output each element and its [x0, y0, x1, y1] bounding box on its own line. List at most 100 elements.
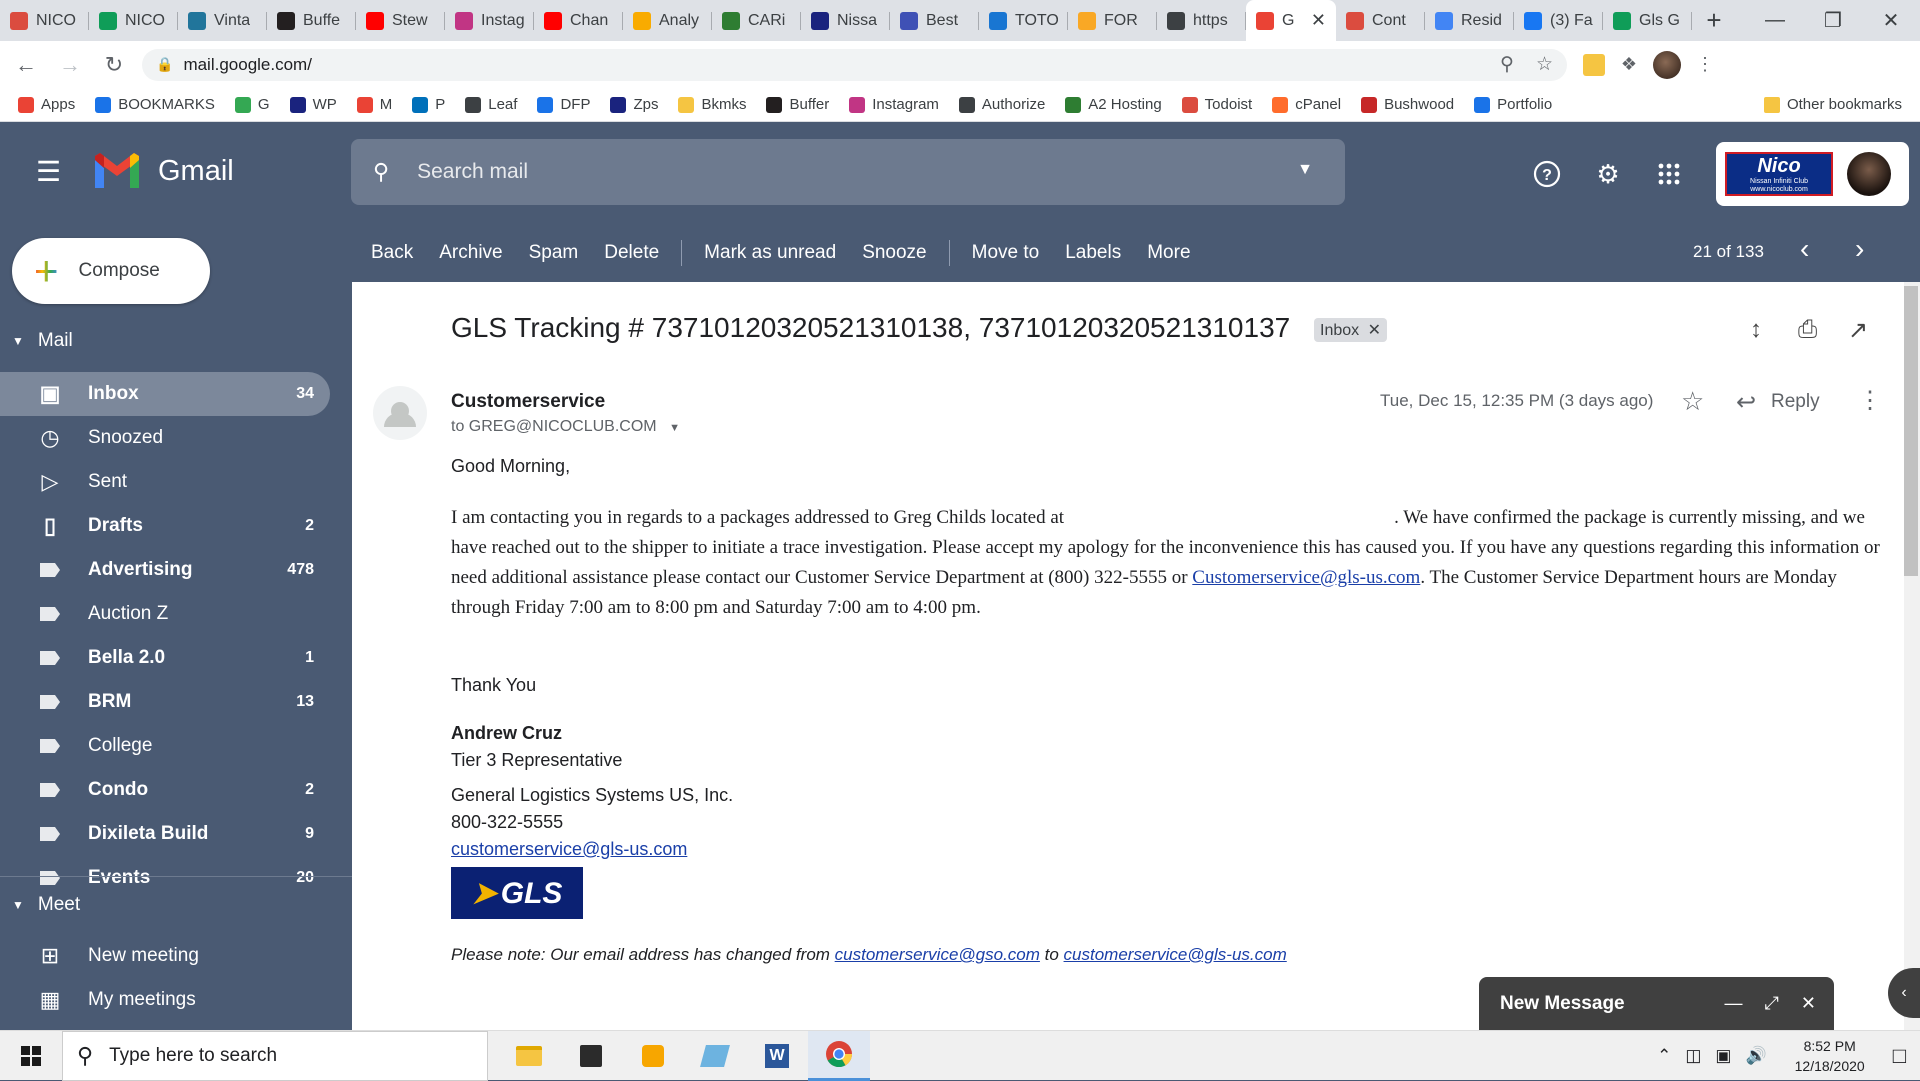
close-tab-icon[interactable]: ✕	[1311, 10, 1326, 31]
browser-tab[interactable]: Instag	[445, 0, 534, 41]
previous-message-icon[interactable]: ‹	[1800, 234, 1809, 264]
search-input[interactable]	[417, 160, 1238, 184]
new-email-link[interactable]: customerservice@gls-us.com	[1064, 945, 1287, 964]
search-bar[interactable]: ⚲ ▼	[351, 139, 1345, 205]
maximize-icon[interactable]: ❐	[1804, 0, 1862, 41]
reply-button[interactable]: Reply	[1771, 391, 1820, 413]
bookmark-item[interactable]: DFP	[537, 96, 590, 113]
help-icon[interactable]: ?	[1532, 159, 1562, 189]
move-to-button[interactable]: Move to	[972, 242, 1040, 264]
mail-section-header[interactable]: ▼ Mail	[12, 330, 73, 352]
sidebar-item-brm[interactable]: BRM 13	[0, 680, 330, 724]
bookmark-item[interactable]: Bkmks	[678, 96, 746, 113]
sidebar-item-snoozed[interactable]: ◷ Snoozed	[0, 416, 330, 460]
browser-tab[interactable]: Cont	[1336, 0, 1425, 41]
minimize-icon[interactable]: —	[1725, 993, 1743, 1014]
taskbar-clock[interactable]: 8:52 PM 12/18/2020	[1795, 1036, 1865, 1076]
archive-button[interactable]: Archive	[439, 242, 502, 264]
collapse-all-icon[interactable]: ↕	[1750, 316, 1762, 344]
browser-tab[interactable]: Chan	[534, 0, 623, 41]
taskbar-search[interactable]: ⚲ Type here to search	[62, 1030, 488, 1081]
sender-name[interactable]: Customerservice	[451, 391, 605, 413]
browser-tab[interactable]: Nissa	[801, 0, 890, 41]
compose-button[interactable]: + Compose	[12, 238, 210, 304]
back-arrow-icon[interactable]: ←	[8, 47, 44, 83]
other-bookmarks[interactable]: Other bookmarks	[1763, 96, 1902, 113]
browser-tab[interactable]: CARi	[712, 0, 801, 41]
sidebar-item-bella-2-0[interactable]: Bella 2.0 1	[0, 636, 330, 680]
bookmark-item[interactable]: Buffer	[766, 96, 829, 113]
browser-tab[interactable]: Analy	[623, 0, 712, 41]
bookmark-item[interactable]: BOOKMARKS	[95, 96, 215, 113]
search-options-icon[interactable]: ▼	[1297, 161, 1313, 179]
bookmark-item[interactable]: Bushwood	[1361, 96, 1454, 113]
labels-button[interactable]: Labels	[1065, 242, 1121, 264]
address-bar[interactable]: 🔒 mail.google.com/ ⚲ ☆	[142, 48, 1567, 81]
bookmark-item[interactable]: Zps	[610, 96, 658, 113]
star-icon[interactable]: ☆	[1681, 386, 1704, 417]
bookmark-item[interactable]: Apps	[18, 96, 75, 113]
reply-icon[interactable]: ↩	[1736, 388, 1756, 417]
file-explorer-icon[interactable]	[498, 1031, 560, 1081]
apps-grid-icon[interactable]	[1654, 159, 1684, 189]
profile-avatar[interactable]	[1653, 50, 1681, 79]
remove-label-icon[interactable]: ✕	[1368, 322, 1381, 339]
close-icon[interactable]: ✕	[1801, 993, 1816, 1014]
network-icon[interactable]: ▣	[1715, 1046, 1731, 1066]
browser-tab[interactable]: G ✕	[1246, 0, 1336, 41]
snooze-button[interactable]: Snooze	[862, 242, 926, 264]
browser-tab[interactable]: Best	[890, 0, 979, 41]
extension-icon[interactable]	[1583, 53, 1605, 76]
account-switcher[interactable]: Nico Nissan Infiniti Club www.nicoclub.c…	[1716, 142, 1909, 206]
browser-tab[interactable]: NICO	[89, 0, 178, 41]
close-window-icon[interactable]: ✕	[1862, 0, 1920, 41]
volume-icon[interactable]: 🔊	[1745, 1046, 1766, 1066]
customerservice-email-link[interactable]: Customerservice@gls-us.com	[1192, 567, 1420, 588]
snipping-tool-icon[interactable]	[684, 1031, 746, 1081]
browser-tab[interactable]: Stew	[356, 0, 445, 41]
signature-email-link[interactable]: customerservice@gls-us.com	[451, 839, 687, 859]
sidebar-item-sent[interactable]: ▷ Sent	[0, 460, 330, 504]
bookmark-item[interactable]: G	[234, 96, 270, 113]
old-email-link[interactable]: customerservice@gso.com	[835, 945, 1040, 964]
show-details-icon[interactable]: ▼	[669, 422, 680, 434]
open-new-window-icon[interactable]: ↗	[1848, 316, 1868, 345]
browser-tab[interactable]: Vinta	[178, 0, 267, 41]
bookmark-item[interactable]: Instagram	[849, 96, 939, 113]
sidebar-item-inbox[interactable]: ▣ Inbox 34	[0, 372, 330, 416]
bookmark-item[interactable]: P	[412, 96, 445, 113]
gmail-logo[interactable]: Gmail	[92, 152, 234, 190]
delete-button[interactable]: Delete	[604, 242, 659, 264]
bookmark-item[interactable]: Portfolio	[1474, 96, 1552, 113]
notification-icon[interactable]: □	[1893, 1043, 1906, 1069]
browser-tab[interactable]: https	[1157, 0, 1246, 41]
new-message-window[interactable]: New Message — ⤢ ✕	[1479, 977, 1834, 1030]
zoom-icon[interactable]: ⚲	[1500, 53, 1514, 76]
device-icon[interactable]: ◫	[1685, 1046, 1701, 1066]
bookmark-item[interactable]: M	[356, 96, 392, 113]
browser-tab[interactable]: Gls G	[1603, 0, 1692, 41]
bookmark-item[interactable]: WP	[289, 96, 337, 113]
recipient-line[interactable]: to GREG@NICOCLUB.COM ▼	[451, 418, 680, 436]
meet-section-header[interactable]: ▼ Meet	[12, 894, 80, 916]
puzzle-icon[interactable]: ❖	[1615, 51, 1643, 79]
sidebar-item-advertising[interactable]: Advertising 478	[0, 548, 330, 592]
bookmark-item[interactable]: A2 Hosting	[1065, 96, 1162, 113]
meet-item-my-meetings[interactable]: ▦ My meetings	[0, 978, 330, 1022]
meet-item-new-meeting[interactable]: ⊞ New meeting	[0, 934, 330, 978]
next-message-icon[interactable]: ›	[1855, 234, 1864, 264]
email-scrollbar-thumb[interactable]	[1904, 286, 1918, 576]
mark-unread-button[interactable]: Mark as unread	[704, 242, 836, 264]
settings-gear-icon[interactable]: ⚙	[1593, 159, 1623, 189]
bookmark-item[interactable]: Leaf	[465, 96, 517, 113]
main-menu-icon[interactable]: ☰	[36, 158, 64, 186]
browser-tab[interactable]: Resid	[1425, 0, 1514, 41]
chrome-menu-icon[interactable]: ⋮	[1691, 51, 1719, 79]
spam-button[interactable]: Spam	[529, 242, 579, 264]
bookmark-item[interactable]: Todoist	[1181, 96, 1252, 113]
sidebar-item-drafts[interactable]: ▯ Drafts 2	[0, 504, 330, 548]
browser-tab[interactable]: Buffe	[267, 0, 356, 41]
back-button[interactable]: Back	[371, 242, 413, 264]
bookmark-star-icon[interactable]: ☆	[1536, 53, 1553, 76]
chevron-up-icon[interactable]: ⌃	[1657, 1046, 1671, 1066]
